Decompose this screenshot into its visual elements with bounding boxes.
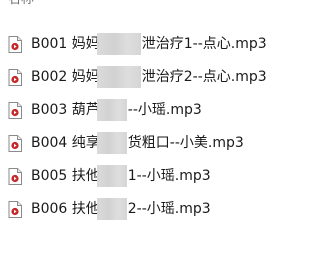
file-row[interactable]: B005 扶他 1--小瑶.mp3: [0, 160, 301, 193]
name-column-header[interactable]: 名称: [0, 0, 301, 10]
name-column-label: 名称: [8, 0, 34, 8]
file-row[interactable]: B003 葫芦 --小瑶.mp3: [0, 94, 301, 127]
audio-file-icon: [8, 135, 22, 152]
redaction-block: [97, 33, 141, 55]
audio-file-icon: [8, 69, 22, 86]
redaction-block: [97, 99, 127, 121]
file-name: B001 妈妈 泄治疗1--点心.mp3: [31, 36, 267, 52]
redaction-block: [97, 66, 141, 88]
file-row[interactable]: B004 纯享 货粗口--小美.mp3: [0, 127, 301, 160]
audio-file-icon: [8, 201, 22, 218]
file-row[interactable]: B006 扶他 2--小瑶.mp3: [0, 193, 301, 226]
audio-file-icon: [8, 168, 22, 185]
redaction-block: [97, 198, 127, 220]
file-name: B002 妈妈 泄治疗2--点心.mp3: [31, 69, 267, 85]
redaction-block: [97, 132, 127, 154]
audio-file-icon: [8, 102, 22, 119]
audio-file-icon: [8, 36, 22, 53]
file-name: B004 纯享 货粗口--小美.mp3: [31, 135, 244, 151]
file-row[interactable]: B001 妈妈 泄治疗1--点心.mp3: [0, 28, 301, 61]
file-list: B001 妈妈 泄治疗1--点心.mp3 B002 妈妈 泄治疗2--点心.mp…: [0, 28, 301, 226]
file-row[interactable]: B002 妈妈 泄治疗2--点心.mp3: [0, 61, 301, 94]
redaction-block: [97, 165, 127, 187]
